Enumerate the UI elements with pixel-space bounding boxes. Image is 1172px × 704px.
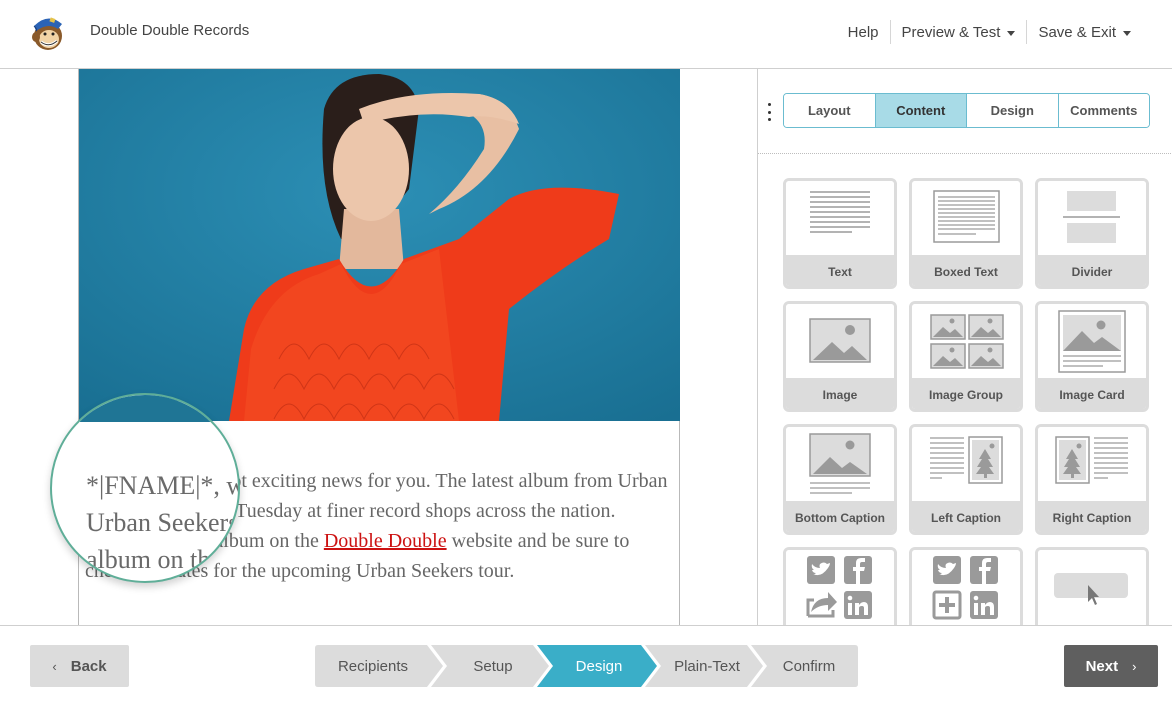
panel-header: Layout Content Design Comments xyxy=(758,69,1172,154)
caret-down-icon xyxy=(1123,30,1131,36)
block-label: Text xyxy=(786,255,894,286)
block-label: Boxed Text xyxy=(912,255,1020,286)
magnified-line: Urban Seekers xyxy=(86,508,239,537)
left-caption-block-icon xyxy=(912,427,1020,501)
content-panel: Layout Content Design Comments Text Boxe… xyxy=(757,69,1172,625)
block-label: Image xyxy=(786,378,894,409)
tab-layout[interactable]: Layout xyxy=(784,94,876,127)
tab-comments[interactable]: Comments xyxy=(1058,94,1149,127)
panel-tabs: Layout Content Design Comments xyxy=(783,93,1150,128)
back-button[interactable]: ‹ Back xyxy=(30,645,129,687)
campaign-steps: Recipients Setup Design Plain-Text Confi… xyxy=(315,645,858,687)
text-block-icon xyxy=(786,181,894,255)
social-share-block-icon xyxy=(786,550,894,624)
content-blocks-grid: Text Boxed Text Divider Image Image Grou… xyxy=(783,178,1153,625)
preview-test-label: Preview & Test xyxy=(901,23,1001,41)
email-canvas: *|FNAME|*, we got exciting news for you.… xyxy=(0,69,757,625)
top-nav: Help Preview & Test Save & Exit xyxy=(837,0,1142,64)
block-label: Bottom Caption xyxy=(786,501,894,532)
block-image-group[interactable]: Image Group xyxy=(909,301,1023,412)
block-left-caption[interactable]: Left Caption xyxy=(909,424,1023,535)
mailchimp-logo-icon[interactable] xyxy=(28,12,66,52)
bottom-caption-block-icon xyxy=(786,427,894,501)
step-recipients[interactable]: Recipients xyxy=(315,645,431,687)
block-bottom-caption[interactable]: Bottom Caption xyxy=(783,424,897,535)
block-image[interactable]: Image xyxy=(783,301,897,412)
caret-down-icon xyxy=(1007,30,1016,36)
magnifier-lens: *|FNAME|*, we Urban Seekers album on the xyxy=(50,393,240,583)
block-right-caption[interactable]: Right Caption xyxy=(1035,424,1149,535)
help-link[interactable]: Help xyxy=(837,24,890,41)
block-label: Divider xyxy=(1038,255,1146,286)
chevron-right-icon: › xyxy=(1132,658,1137,674)
next-button[interactable]: Next › xyxy=(1064,645,1158,687)
block-label: Left Caption xyxy=(912,501,1020,532)
vertical-ellipsis-icon[interactable] xyxy=(766,103,772,121)
help-label: Help xyxy=(847,23,879,41)
step-confirm[interactable]: Confirm xyxy=(759,645,859,687)
next-label: Next xyxy=(1085,657,1119,675)
save-exit-dropdown[interactable]: Save & Exit xyxy=(1027,24,1142,41)
block-label: Image Card xyxy=(1038,378,1146,409)
step-setup[interactable]: Setup xyxy=(439,645,547,687)
back-label: Back xyxy=(70,657,107,675)
save-exit-label: Save & Exit xyxy=(1038,23,1116,41)
bottom-bar: ‹ Back Recipients Setup Design Plain-Text… xyxy=(0,625,1172,704)
block-divider[interactable]: Divider xyxy=(1035,178,1149,289)
button-block-icon xyxy=(1038,550,1146,624)
image-block-icon xyxy=(786,304,894,378)
block-boxed-text[interactable]: Boxed Text xyxy=(909,178,1023,289)
boxed-text-block-icon xyxy=(912,181,1020,255)
block-social-follow[interactable] xyxy=(909,547,1023,625)
block-label: Image Group xyxy=(912,378,1020,409)
magnified-line: *|FNAME|*, we xyxy=(86,471,240,500)
block-text[interactable]: Text xyxy=(783,178,897,289)
double-double-link[interactable]: Double Double xyxy=(324,530,447,552)
account-name: Double Double Records xyxy=(90,22,250,39)
block-button[interactable] xyxy=(1035,547,1149,625)
hero-image[interactable] xyxy=(79,69,680,421)
magnified-text: *|FNAME|*, we Urban Seekers album on the xyxy=(86,467,240,578)
step-design[interactable]: Design xyxy=(545,645,653,687)
tab-content[interactable]: Content xyxy=(875,94,967,127)
divider-block-icon xyxy=(1038,181,1146,255)
right-caption-block-icon xyxy=(1038,427,1146,501)
magnified-line: album on the xyxy=(86,545,222,574)
magnifier-hero-edge xyxy=(80,395,238,422)
step-plain-text[interactable]: Plain-Text xyxy=(653,645,761,687)
image-card-block-icon xyxy=(1038,304,1146,378)
block-social-share[interactable] xyxy=(783,547,897,625)
preview-test-dropdown[interactable]: Preview & Test xyxy=(891,24,1027,41)
tab-design[interactable]: Design xyxy=(967,94,1059,127)
image-group-block-icon xyxy=(912,304,1020,378)
block-label: Right Caption xyxy=(1038,501,1146,532)
block-image-card[interactable]: Image Card xyxy=(1035,301,1149,412)
chevron-left-icon: ‹ xyxy=(52,658,57,674)
social-follow-block-icon xyxy=(912,550,1020,624)
top-header: Double Double Records Help Preview & Tes… xyxy=(0,0,1172,69)
